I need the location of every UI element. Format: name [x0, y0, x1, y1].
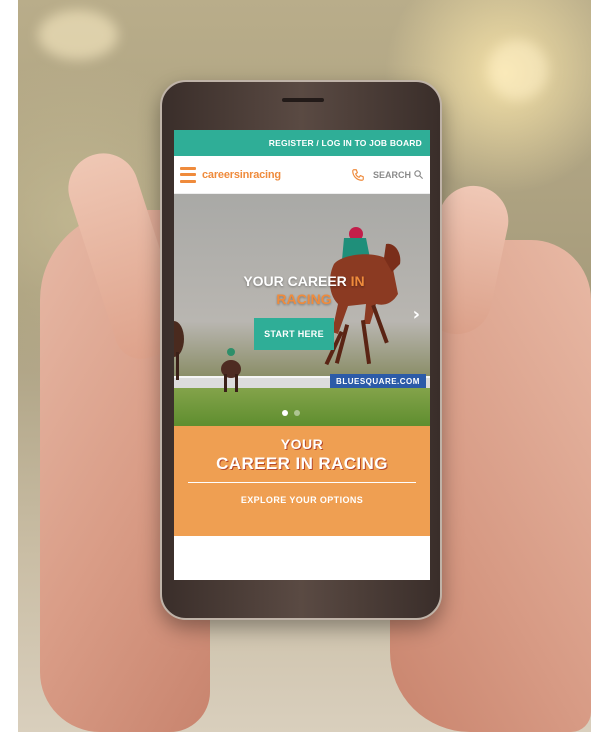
bokeh-light	[38, 10, 118, 60]
phone-speaker	[282, 98, 324, 102]
smartphone: REGISTER / LOG IN TO JOB BOARD careersin…	[160, 80, 442, 620]
hero-carousel: BLUESQUARE.COM YOUR CAREER IN RACING STA…	[174, 194, 430, 426]
search-button[interactable]: SEARCH	[373, 169, 424, 180]
start-here-button[interactable]: START HERE	[254, 318, 334, 350]
register-login-link[interactable]: REGISTER / LOG IN TO JOB BOARD	[269, 138, 422, 148]
search-label: SEARCH	[372, 169, 411, 180]
top-bar: REGISTER / LOG IN TO JOB BOARD	[174, 130, 430, 156]
bokeh-light	[488, 40, 548, 100]
race-track	[174, 388, 430, 426]
screen-bottom-area	[174, 536, 430, 580]
sponsor-banner: BLUESQUARE.COM	[330, 374, 426, 388]
carousel-dot[interactable]	[282, 410, 288, 416]
hero-title: YOUR CAREER IN RACING	[214, 272, 394, 308]
hamburger-menu-icon[interactable]	[180, 166, 196, 183]
promo-heading-line1: YOUR	[280, 436, 324, 452]
promo-heading-line2: CAREER IN RACING	[216, 454, 388, 473]
carousel-dots	[282, 410, 300, 416]
hero-title-accent: RACING	[276, 291, 332, 307]
chevron-right-icon[interactable]: ›	[413, 304, 420, 325]
hero-title-text: YOUR CAREER	[243, 273, 347, 289]
carousel-dot[interactable]	[294, 410, 300, 416]
site-logo[interactable]: careersinracing	[202, 169, 281, 181]
hero-title-accent: IN	[346, 273, 365, 289]
divider	[188, 482, 416, 483]
horse-image	[221, 348, 241, 392]
phone-screen: REGISTER / LOG IN TO JOB BOARD careersin…	[174, 130, 430, 580]
horse-image	[174, 321, 184, 380]
site-header: careersinracing SEARCH	[174, 156, 430, 194]
promo-section: YOUR CAREER IN RACING EXPLORE YOUR OPTIO…	[174, 426, 430, 536]
phone-icon[interactable]	[351, 168, 365, 182]
header-actions: SEARCH	[351, 168, 424, 182]
search-icon	[414, 170, 424, 180]
explore-options-link[interactable]: EXPLORE YOUR OPTIONS	[241, 495, 363, 505]
